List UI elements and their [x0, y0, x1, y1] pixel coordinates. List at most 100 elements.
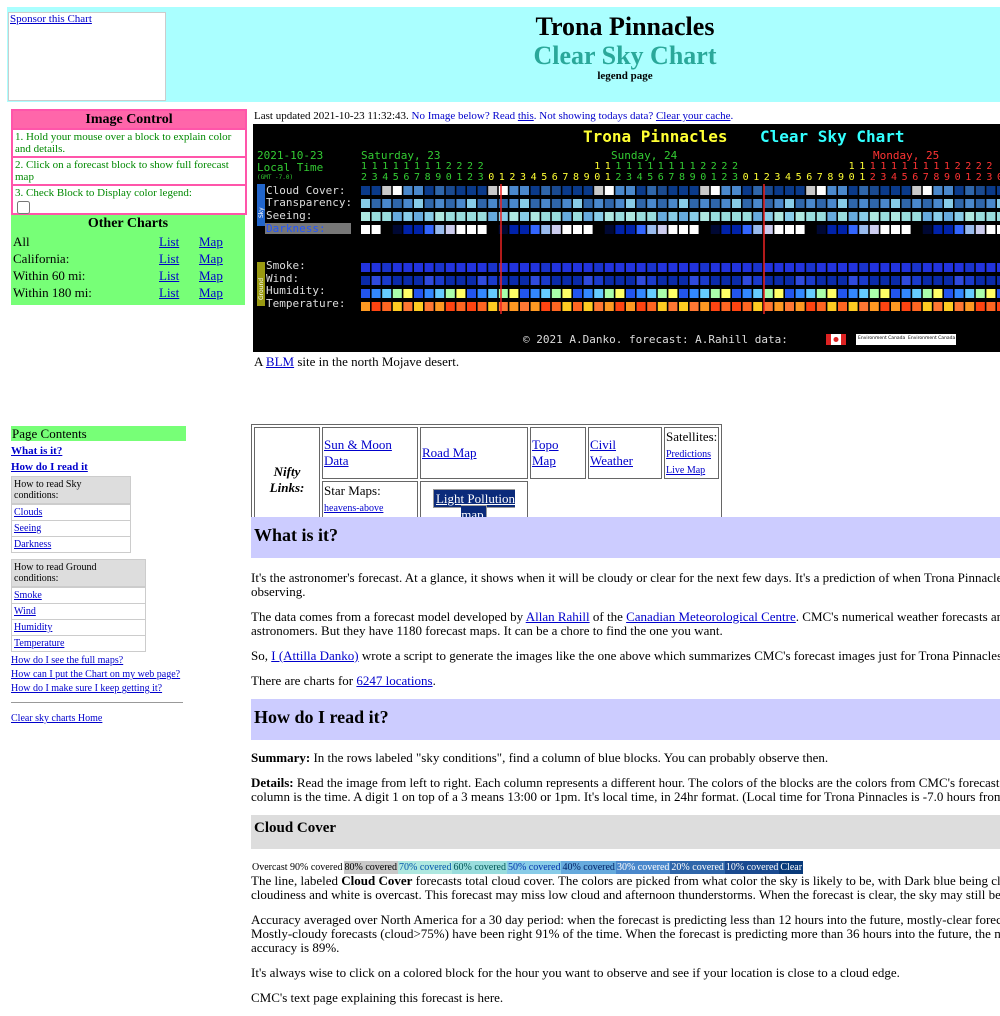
forecast-block[interactable]	[424, 199, 434, 208]
forecast-block[interactable]	[912, 225, 922, 234]
forecast-block[interactable]	[806, 212, 816, 221]
forecast-block[interactable]	[477, 199, 487, 208]
forecast-block[interactable]	[594, 186, 604, 195]
forecast-block[interactable]	[626, 199, 635, 208]
forecast-block[interactable]	[382, 212, 392, 221]
forecast-block[interactable]	[774, 276, 784, 285]
forecast-block[interactable]	[848, 289, 858, 298]
forecast-block[interactable]	[774, 289, 784, 298]
forecast-block[interactable]	[594, 263, 604, 272]
forecast-block[interactable]	[689, 263, 699, 272]
forecast-block[interactable]	[965, 212, 975, 221]
forecast-block[interactable]	[467, 276, 476, 285]
forecast-block[interactable]	[838, 276, 847, 285]
forecast-block[interactable]	[742, 276, 752, 285]
forecast-block[interactable]	[403, 186, 413, 195]
forecast-block[interactable]	[795, 186, 805, 195]
forecast-block[interactable]	[954, 212, 964, 221]
forecast-block[interactable]	[371, 276, 381, 285]
forecast-block[interactable]	[700, 302, 710, 311]
forecast-block[interactable]	[604, 212, 614, 221]
forecast-block[interactable]	[361, 302, 370, 311]
forecast-block[interactable]	[414, 302, 423, 311]
forecast-block[interactable]	[880, 302, 890, 311]
forecast-block[interactable]	[689, 199, 699, 208]
forecast-block[interactable]	[954, 302, 964, 311]
forecast-block[interactable]	[467, 199, 476, 208]
forecast-block[interactable]	[615, 289, 625, 298]
forecast-block[interactable]	[859, 302, 869, 311]
forecast-block[interactable]	[509, 302, 519, 311]
forecast-block[interactable]	[551, 186, 561, 195]
forecast-block[interactable]	[562, 199, 572, 208]
forecast-block[interactable]	[869, 225, 879, 234]
forecast-block[interactable]	[806, 302, 816, 311]
toc-seeing[interactable]: Seeing	[14, 523, 41, 534]
forecast-block[interactable]	[382, 289, 392, 298]
forecast-block[interactable]	[477, 289, 487, 298]
forecast-block[interactable]	[827, 199, 837, 208]
forecast-block[interactable]	[626, 302, 635, 311]
forecast-block[interactable]	[922, 212, 932, 221]
toc-humidity[interactable]: Humidity	[14, 622, 52, 633]
forecast-block[interactable]	[541, 302, 551, 311]
forecast-block[interactable]	[594, 212, 604, 221]
clear-cache-link[interactable]: Clear your cache	[656, 110, 731, 122]
forecast-block[interactable]	[901, 199, 911, 208]
forecast-block[interactable]	[435, 186, 445, 195]
forecast-block[interactable]	[573, 186, 582, 195]
forecast-block[interactable]	[361, 276, 370, 285]
forecast-block[interactable]	[710, 263, 720, 272]
allan-rahill-link[interactable]: Allan Rahill	[526, 610, 590, 624]
forecast-block[interactable]	[763, 276, 773, 285]
forecast-block[interactable]	[382, 186, 392, 195]
forecast-block[interactable]	[562, 225, 572, 234]
forecast-block[interactable]	[594, 199, 604, 208]
forecast-block[interactable]	[679, 225, 688, 234]
forecast-block[interactable]	[721, 289, 731, 298]
forecast-block[interactable]	[732, 225, 741, 234]
forecast-block[interactable]	[604, 263, 614, 272]
forecast-block[interactable]	[647, 186, 657, 195]
forecast-block[interactable]	[615, 263, 625, 272]
forecast-block[interactable]	[382, 225, 392, 234]
forecast-block[interactable]	[371, 225, 381, 234]
map-link[interactable]: Map	[199, 250, 223, 267]
forecast-block[interactable]	[520, 263, 529, 272]
forecast-block[interactable]	[583, 225, 593, 234]
forecast-block[interactable]	[456, 225, 466, 234]
forecast-block[interactable]	[371, 263, 381, 272]
forecast-block[interactable]	[626, 276, 635, 285]
forecast-block[interactable]	[615, 225, 625, 234]
forecast-block[interactable]	[753, 276, 763, 285]
forecast-block[interactable]	[732, 186, 741, 195]
forecast-block[interactable]	[891, 212, 900, 221]
forecast-block[interactable]	[816, 225, 826, 234]
toc-full-maps[interactable]: How do I see the full maps?	[11, 655, 186, 666]
forecast-block[interactable]	[636, 186, 646, 195]
forecast-block[interactable]	[785, 225, 794, 234]
forecast-block[interactable]	[392, 302, 402, 311]
forecast-block[interactable]	[679, 289, 688, 298]
forecast-block[interactable]	[975, 199, 985, 208]
forecast-block[interactable]	[710, 276, 720, 285]
forecast-block[interactable]	[604, 186, 614, 195]
forecast-block[interactable]	[954, 199, 964, 208]
forecast-block[interactable]	[954, 289, 964, 298]
forecast-block[interactable]	[477, 263, 487, 272]
forecast-block[interactable]	[541, 225, 551, 234]
forecast-block[interactable]	[827, 225, 837, 234]
forecast-block[interactable]	[869, 302, 879, 311]
forecast-block[interactable]	[986, 276, 996, 285]
forecast-block[interactable]	[520, 199, 529, 208]
forecast-block[interactable]	[986, 289, 996, 298]
forecast-block[interactable]	[573, 302, 582, 311]
forecast-block[interactable]	[774, 212, 784, 221]
forecast-block[interactable]	[583, 263, 593, 272]
forecast-block[interactable]	[573, 212, 582, 221]
clear-sky-chart-image[interactable]: Trona Pinnacles Clear Sky Chart 2021-10-…	[253, 124, 1000, 352]
forecast-block[interactable]	[795, 263, 805, 272]
forecast-block[interactable]	[541, 276, 551, 285]
forecast-block[interactable]	[403, 225, 413, 234]
forecast-block[interactable]	[838, 212, 847, 221]
